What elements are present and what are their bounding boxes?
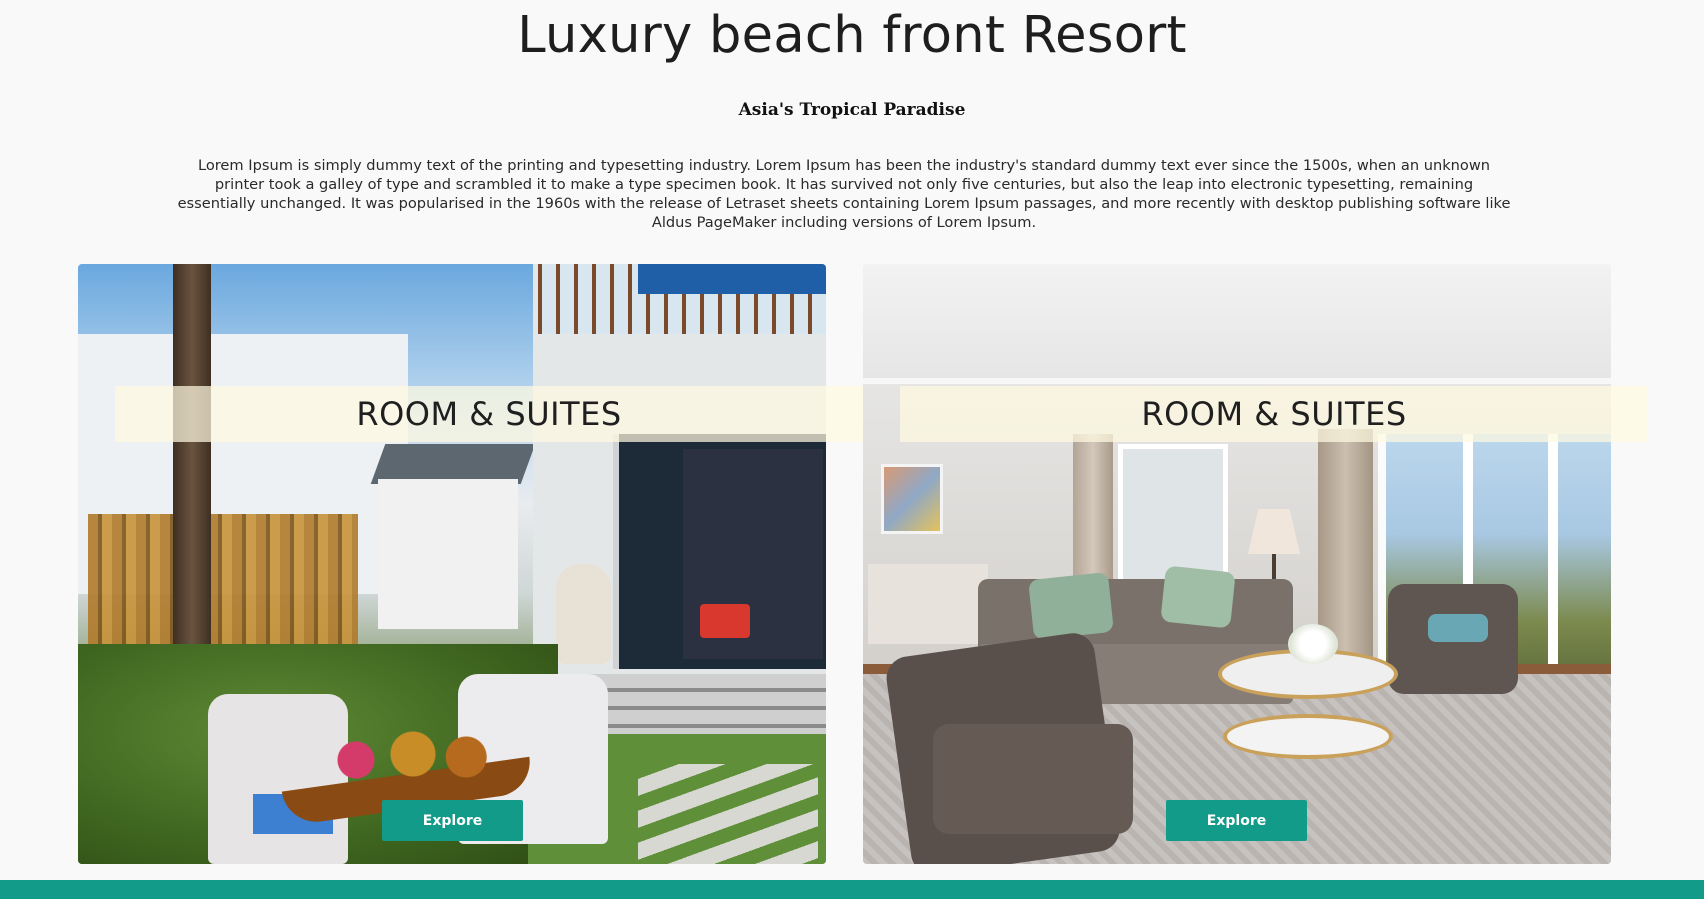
room-card-2: ROOM & SUITES Explore	[863, 264, 1611, 864]
page-title: Luxury beach front Resort	[517, 6, 1187, 65]
intro-paragraph: Lorem Ipsum is simply dummy text of the …	[177, 157, 1511, 231]
room-card-1: ROOM & SUITES Explore	[78, 264, 826, 864]
footer-bar	[0, 880, 1704, 899]
explore-button[interactable]: Explore	[1166, 800, 1307, 841]
page: Luxury beach front Resort Asia's Tropica…	[0, 0, 1704, 899]
living-room-photo	[863, 264, 1611, 864]
garden-villa-photo	[78, 264, 826, 864]
banner-overflow	[1611, 386, 1648, 442]
explore-button[interactable]: Explore	[382, 800, 523, 841]
card-title-banner: ROOM & SUITES	[900, 386, 1611, 442]
card-title-banner: ROOM & SUITES	[115, 386, 826, 442]
banner-overflow	[826, 386, 863, 442]
page-subtitle: Asia's Tropical Paradise	[738, 100, 966, 120]
